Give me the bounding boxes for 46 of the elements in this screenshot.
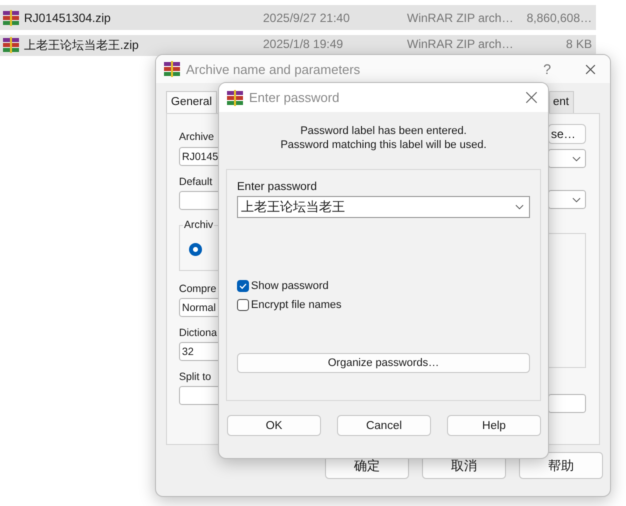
file-type: WinRAR ZIP arch… bbox=[407, 10, 514, 24]
file-size: 8,860,608… bbox=[526, 10, 593, 24]
text-field[interactable] bbox=[548, 394, 586, 413]
dialog-button[interactable]: Cancel bbox=[337, 415, 431, 436]
window-title: Archive name and parameters bbox=[186, 62, 360, 76]
chevron-icon bbox=[572, 156, 581, 162]
dialog-button[interactable]: Help bbox=[447, 415, 541, 436]
chevron-icon bbox=[572, 196, 581, 202]
checkbox[interactable] bbox=[237, 299, 249, 311]
chevron-icon bbox=[515, 204, 524, 210]
close-icon[interactable] bbox=[525, 91, 538, 104]
checkbox-label: Encrypt file names bbox=[251, 299, 342, 311]
archive-icon bbox=[164, 61, 180, 77]
field-label: Compre bbox=[179, 283, 218, 295]
archive-icon bbox=[3, 37, 19, 53]
close-icon[interactable] bbox=[585, 64, 596, 74]
checkbox-label: Show password bbox=[251, 280, 329, 292]
file-name: RJ01451304.zip bbox=[24, 10, 112, 24]
info-message: Password matching this label will be used. bbox=[280, 139, 487, 151]
tab[interactable]: General bbox=[166, 91, 217, 113]
file-type: WinRAR ZIP arch… bbox=[407, 37, 514, 51]
file-row[interactable]: 上老王论坛当老王.zip 2025/1/8 19:49 WinRAR ZIP arch… 8 KB bbox=[0, 35, 596, 56]
field-label: Archive bbox=[179, 131, 216, 143]
dialog-title: Enter password bbox=[249, 90, 340, 105]
radio-button[interactable] bbox=[189, 243, 202, 256]
dialog-button[interactable]: 帮助 bbox=[519, 452, 603, 479]
field-label: Enter password bbox=[237, 181, 318, 193]
info-message: Password label has been entered. bbox=[300, 125, 467, 137]
file-date: 2025/9/27 21:40 bbox=[263, 10, 351, 24]
archive-icon bbox=[227, 90, 243, 106]
field-label: Split to bbox=[179, 371, 212, 383]
file-date: 2025/1/8 19:49 bbox=[263, 37, 344, 51]
browse-button[interactable]: se… bbox=[548, 124, 586, 144]
file-size: 8 KB bbox=[564, 37, 593, 51]
file-name: 上老王论坛当老王.zip bbox=[24, 37, 140, 54]
tab[interactable]: ent bbox=[549, 91, 574, 113]
field-label: Dictiona bbox=[179, 327, 218, 339]
field-label: Default bbox=[179, 176, 214, 188]
checkbox[interactable] bbox=[237, 280, 249, 292]
group-label: Archiv bbox=[183, 219, 214, 231]
archive-icon bbox=[3, 10, 19, 26]
help-button[interactable]: ? bbox=[543, 61, 551, 77]
file-row[interactable]: RJ01451304.zip 2025/9/27 21:40 WinRAR ZIP arch… 8,860,608… bbox=[0, 5, 596, 30]
organize-passwords-button[interactable]: Organize passwords… bbox=[237, 353, 530, 373]
password-field[interactable]: 上老王论坛当老王 bbox=[237, 196, 530, 218]
dialog-button[interactable]: OK bbox=[227, 415, 321, 436]
